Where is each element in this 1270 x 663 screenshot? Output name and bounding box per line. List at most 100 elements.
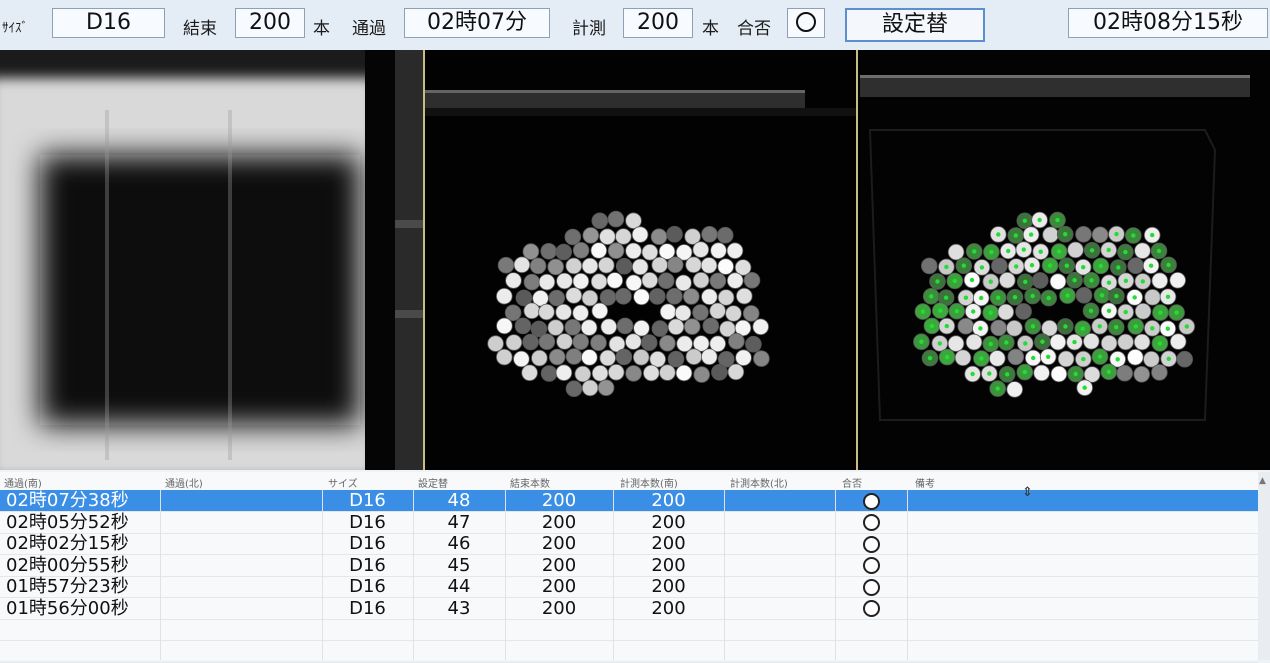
- bundle-count-field[interactable]: 200: [235, 8, 305, 38]
- table-row[interactable]: 01時56分00秒 D16 43 200 200: [0, 598, 1258, 620]
- cell-count-north: [724, 576, 835, 597]
- table-row[interactable]: 02時00分55秒 D16 45 200 200: [0, 555, 1258, 577]
- cell-count-north: [724, 490, 835, 511]
- cell-pass-north: [160, 576, 322, 597]
- clock-display: 02時08分15秒: [1068, 8, 1268, 38]
- table-row-empty[interactable]: [0, 619, 1258, 641]
- col-header-setting[interactable]: 設定替: [418, 475, 448, 490]
- cell-note: [910, 598, 1250, 619]
- measure-count-field[interactable]: 200: [623, 8, 693, 38]
- cell-pass-north: [160, 490, 322, 511]
- pass-label: 通過: [352, 19, 386, 39]
- column-divider: [413, 490, 414, 660]
- col-header-size[interactable]: サイズ: [328, 475, 358, 490]
- cell-note: [910, 533, 1250, 554]
- bundle-unit: 本: [313, 19, 330, 39]
- pass-circle-icon: [862, 492, 880, 510]
- cell-bundle: 200: [541, 533, 577, 554]
- pass-time-field[interactable]: 02時07分: [404, 8, 550, 38]
- column-divider: [835, 490, 836, 660]
- col-header-result[interactable]: 合否: [842, 475, 862, 490]
- cell-pass-north: [160, 555, 322, 576]
- cell-bundle: 200: [541, 554, 577, 576]
- column-divider: [160, 490, 161, 660]
- cell-count-south: 200: [651, 490, 686, 511]
- col-header-pass-north[interactable]: 通過(北): [165, 475, 203, 490]
- cell-count-south: 200: [651, 511, 686, 533]
- table-row[interactable]: 01時57分23秒 D16 44 200 200: [0, 576, 1258, 598]
- top-toolbar: ｻｲｽﾞ D16 結束 200 本 通過 02時07分 計測 200 本 合否 …: [0, 0, 1270, 50]
- mouse-cursor-icon: ⇕: [1022, 485, 1033, 500]
- table-row[interactable]: 02時07分38秒 D16 48 200 200: [0, 490, 1258, 512]
- cell-size: D16: [349, 554, 386, 576]
- cell-result: [835, 598, 907, 619]
- cell-pass-south: 02時00分55秒: [6, 554, 129, 576]
- bundle-detection-image: [860, 50, 1270, 470]
- cell-count-north: [724, 555, 835, 576]
- cell-pass-south: 02時02分15秒: [6, 533, 129, 554]
- column-divider: [907, 490, 908, 660]
- cell-setting: 48: [447, 490, 471, 511]
- cell-note: [910, 490, 1250, 511]
- column-divider: [724, 490, 725, 660]
- cell-setting: 46: [447, 533, 471, 554]
- measure-label: 計測: [572, 19, 606, 39]
- cell-pass-south: 02時07分38秒: [6, 490, 129, 511]
- cell-count-north: [724, 598, 835, 619]
- cell-bundle: 200: [541, 490, 577, 511]
- cell-bundle: 200: [541, 511, 577, 533]
- cell-setting: 43: [447, 597, 471, 619]
- cell-setting: 45: [447, 554, 471, 576]
- history-table[interactable]: 通過(南) 通過(北) サイズ 設定替 結束本数 計測本数(南) 計測本数(北)…: [0, 472, 1258, 663]
- column-divider: [613, 490, 614, 660]
- pass-circle-icon: [862, 535, 880, 553]
- col-header-note[interactable]: 備考: [915, 475, 935, 490]
- cell-note: [910, 555, 1250, 576]
- table-scrollbar[interactable]: ▲: [1258, 472, 1270, 660]
- pass-fail-label: 合否: [737, 19, 771, 39]
- cell-pass-north: [160, 598, 322, 619]
- column-divider: [505, 490, 506, 660]
- cell-count-north: [724, 512, 835, 533]
- col-header-pass-south[interactable]: 通過(南): [4, 475, 42, 490]
- cell-note: [910, 512, 1250, 533]
- camera-view-raw: [0, 50, 423, 470]
- cell-pass-north: [160, 533, 322, 554]
- pass-circle-icon: [862, 578, 880, 596]
- col-header-count-north[interactable]: 計測本数(北): [730, 475, 788, 490]
- size-field[interactable]: D16: [52, 8, 165, 38]
- cell-bundle: 200: [541, 597, 577, 619]
- col-header-bundle[interactable]: 結束本数: [510, 475, 550, 490]
- cell-pass-south: 01時56分00秒: [6, 597, 129, 619]
- cell-result: [835, 512, 907, 533]
- cell-size: D16: [349, 533, 386, 554]
- cell-result: [835, 533, 907, 554]
- cell-count-south: 200: [651, 533, 686, 554]
- table-row[interactable]: 02時02分15秒 D16 46 200 200: [0, 533, 1258, 555]
- measure-unit: 本: [702, 19, 719, 39]
- table-row-empty[interactable]: [0, 641, 1258, 663]
- cell-setting: 47: [447, 511, 471, 533]
- col-header-count-south[interactable]: 計測本数(南): [620, 475, 678, 490]
- cell-result: [835, 490, 907, 511]
- cell-setting: 44: [447, 576, 471, 597]
- camera-view-detection: [860, 50, 1270, 470]
- cell-pass-north: [160, 512, 322, 533]
- pass-circle-icon: [862, 557, 880, 574]
- pass-circle-icon: [862, 600, 880, 617]
- pass-fail-indicator: [787, 8, 825, 38]
- table-row[interactable]: 02時05分52秒 D16 47 200 200: [0, 512, 1258, 534]
- panel-divider: [856, 50, 858, 470]
- column-divider: [322, 490, 323, 660]
- cell-pass-south: 01時57分23秒: [6, 576, 129, 597]
- raw-camera-image: [0, 50, 423, 470]
- scroll-up-icon[interactable]: ▲: [1259, 476, 1266, 486]
- cell-size: D16: [349, 490, 386, 511]
- pass-circle-icon: [796, 12, 816, 32]
- camera-view-section: [425, 50, 856, 470]
- cell-note: [910, 576, 1250, 597]
- size-label: ｻｲｽﾞ: [2, 21, 28, 36]
- cell-size: D16: [349, 511, 386, 533]
- cell-pass-south: 02時05分52秒: [6, 511, 129, 533]
- change-setting-button[interactable]: 設定替: [845, 8, 985, 42]
